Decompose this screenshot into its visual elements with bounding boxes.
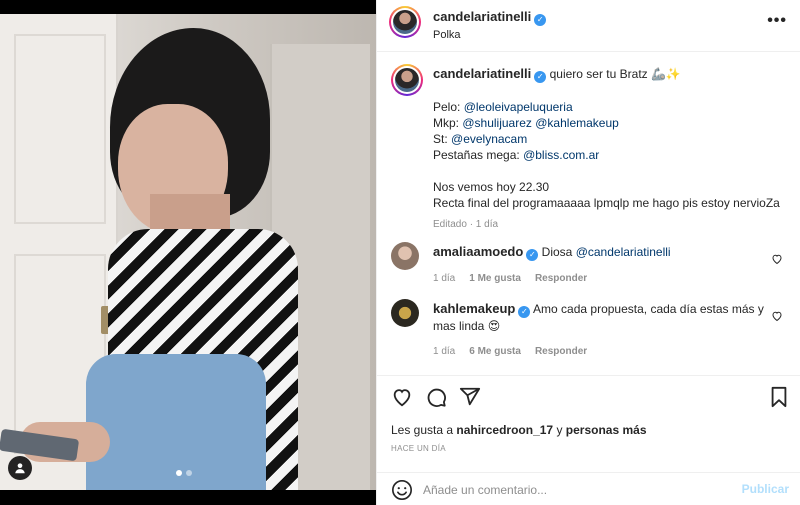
- mention-link[interactable]: @evelynacam: [451, 132, 527, 146]
- add-comment-input[interactable]: [423, 481, 723, 499]
- comment-username[interactable]: kahlemakeup: [433, 301, 515, 316]
- caption-title: quiero ser tu Bratz 🦾✨: [549, 67, 681, 81]
- likes-prefix: Les gusta a: [391, 423, 454, 437]
- post-media[interactable]: [0, 0, 376, 505]
- avatar[interactable]: [391, 299, 419, 327]
- avatar[interactable]: [389, 6, 421, 38]
- reply-button[interactable]: Responder: [535, 344, 587, 360]
- carousel-dot: [176, 470, 182, 476]
- comment-time[interactable]: 1 día: [433, 344, 455, 360]
- caption-meta: Editado · 1 día: [433, 219, 499, 230]
- caption-label: Mkp:: [433, 116, 460, 130]
- comment-time[interactable]: 1 día: [433, 271, 455, 287]
- avatar[interactable]: [391, 242, 419, 270]
- post-sidebar: candelariatinelli ✓ Polka ••• candelariat…: [376, 0, 800, 505]
- heart-icon[interactable]: [771, 252, 783, 270]
- caption-label: Pestañas mega:: [433, 148, 520, 162]
- post-header: candelariatinelli ✓ Polka •••: [377, 0, 800, 52]
- mention-link[interactable]: @bliss.com.ar: [523, 148, 599, 162]
- mention-link[interactable]: @kahlemakeup: [535, 116, 619, 130]
- comment-likes[interactable]: 6 Me gusta: [469, 344, 521, 360]
- verified-icon: ✓: [534, 71, 547, 83]
- likes-middle: y: [556, 423, 563, 437]
- mention-link[interactable]: @shulijuarez: [462, 116, 532, 130]
- bookmark-icon[interactable]: [769, 386, 789, 413]
- caption-line: Recta final del programaaaaa lpmqlp me h…: [433, 196, 780, 210]
- carousel-dot: [186, 470, 192, 476]
- caption-username[interactable]: candelariatinelli: [433, 66, 531, 81]
- post-actions: Les gusta a nahircedroon_17 y personas m…: [377, 375, 800, 505]
- publish-button[interactable]: Publicar: [742, 482, 789, 496]
- more-icon[interactable]: •••: [767, 12, 787, 30]
- heart-icon[interactable]: [771, 309, 783, 327]
- user-tag-icon[interactable]: [8, 456, 32, 480]
- post-dialog: candelariatinelli ✓ Polka ••• candelariat…: [0, 0, 800, 505]
- post-location[interactable]: Polka: [433, 29, 546, 41]
- mention-link[interactable]: @candelariatinelli: [576, 245, 671, 259]
- caption-label: Pelo:: [433, 100, 461, 114]
- comment-icon[interactable]: [425, 386, 447, 413]
- share-icon[interactable]: [459, 386, 481, 413]
- carousel-indicator: [176, 470, 192, 476]
- post-timestamp[interactable]: HACE UN DÍA: [391, 444, 446, 453]
- verified-icon: ✓: [526, 249, 539, 261]
- avatar[interactable]: [391, 64, 423, 96]
- comment-username[interactable]: amaliaamoedo: [433, 244, 523, 259]
- comment-text: Diosa: [541, 245, 573, 259]
- header-username[interactable]: candelariatinelli: [433, 9, 531, 24]
- caption-line: Nos vemos hoy 22.30: [433, 180, 550, 194]
- add-comment-row: Publicar: [377, 472, 800, 505]
- verified-icon: ✓: [534, 14, 547, 26]
- likes-summary: Les gusta a nahircedroon_17 y personas m…: [391, 423, 647, 437]
- verified-icon: ✓: [518, 306, 531, 318]
- liker-username[interactable]: nahircedroon_17: [456, 423, 553, 437]
- reply-button[interactable]: Responder: [535, 271, 587, 287]
- caption-label: St:: [433, 132, 448, 146]
- post-photo: [0, 14, 376, 490]
- comment-likes[interactable]: 1 Me gusta: [469, 271, 521, 287]
- mention-link[interactable]: @leoleivapeluqueria: [464, 100, 573, 114]
- heart-icon[interactable]: [391, 386, 413, 413]
- likes-others[interactable]: personas más: [566, 423, 647, 437]
- emoji-icon[interactable]: [391, 479, 413, 505]
- comments-area[interactable]: candelariatinelli ✓ quiero ser tu Bratz 🦾…: [377, 52, 800, 375]
